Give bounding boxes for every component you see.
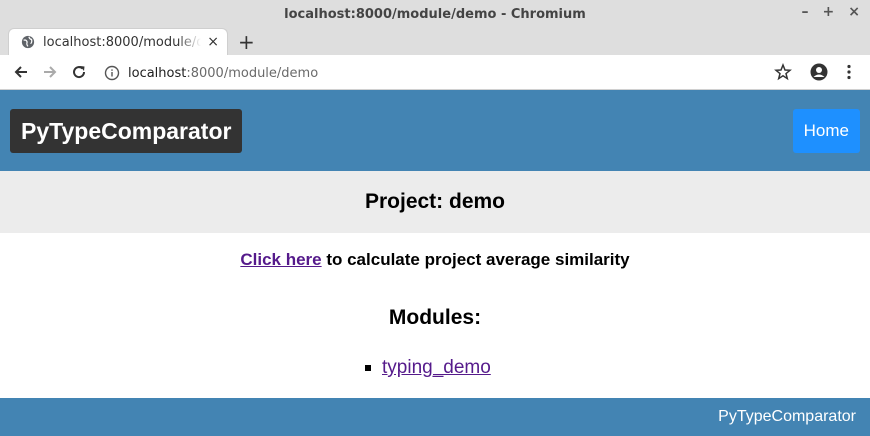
brand-logo[interactable]: PyTypeComparator [10, 109, 243, 153]
list-item: typing_demo [365, 357, 491, 379]
modules-heading: Modules: [388, 306, 482, 329]
back-arrow-icon[interactable] [12, 63, 30, 81]
similarity-text: Click here to calculate project average … [0, 250, 870, 270]
minimize-button[interactable]: – [802, 4, 809, 20]
project-banner: Project: demo [0, 171, 870, 233]
close-window-button[interactable]: × [848, 4, 860, 20]
window-title: localhost:8000/module/demo - Chromium [284, 6, 586, 22]
site-footer: PyTypeComparator [0, 398, 870, 436]
page-title: Project: demo [364, 190, 506, 213]
tab-strip: localhost:8000/module/demo × + [0, 28, 870, 55]
reload-icon[interactable] [70, 63, 88, 81]
menu-dots-icon[interactable] [840, 63, 858, 81]
account-icon[interactable] [810, 63, 828, 81]
browser-tab[interactable]: localhost:8000/module/demo × [8, 28, 228, 55]
calculate-similarity-link[interactable]: Click here [240, 250, 321, 269]
address-bar[interactable]: localhost:8000/module/demo [104, 60, 804, 86]
info-icon[interactable] [104, 65, 120, 81]
url-host: localhost [128, 65, 187, 81]
star-icon[interactable] [774, 63, 792, 81]
footer-text: PyTypeComparator [718, 408, 856, 425]
module-link[interactable]: typing_demo [382, 357, 491, 379]
site-header: PyTypeComparator Home [0, 90, 870, 171]
bullet-icon [365, 365, 371, 371]
window-titlebar: localhost:8000/module/demo - Chromium – … [0, 0, 870, 28]
tab-close-icon[interactable]: × [207, 34, 219, 50]
browser-toolbar: localhost:8000/module/demo [0, 55, 870, 90]
maximize-button[interactable]: + [823, 4, 835, 20]
forward-arrow-icon[interactable] [41, 63, 59, 81]
window-controls: – + × [802, 4, 860, 20]
similarity-description: to calculate project average similarity [321, 250, 630, 269]
new-tab-button[interactable]: + [238, 30, 255, 54]
tab-label: localhost:8000/module/demo [43, 34, 202, 50]
url-path: :8000/module/demo [186, 65, 319, 81]
home-button[interactable]: Home [792, 109, 860, 153]
modules-list: typing_demo [365, 357, 491, 379]
globe-icon [21, 35, 35, 49]
